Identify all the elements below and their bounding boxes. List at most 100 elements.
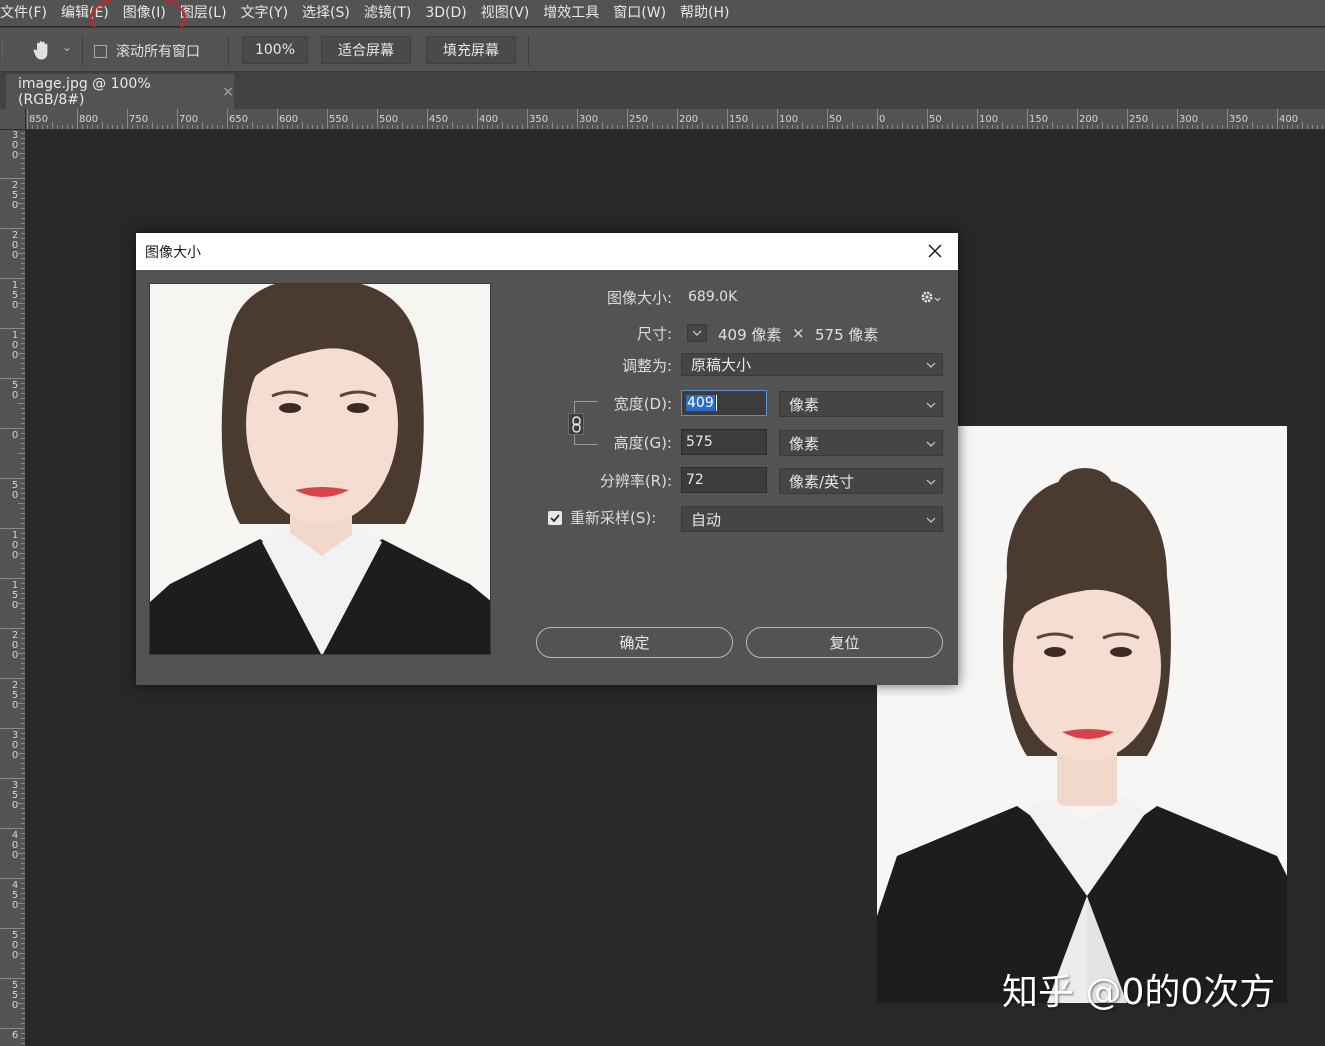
ruler-minor-tick (737, 125, 738, 129)
ruler-minor-tick (1312, 125, 1313, 129)
ruler-minor-tick (18, 503, 25, 504)
dialog-preview-image[interactable] (149, 283, 491, 655)
ruler-minor-tick (21, 993, 25, 994)
menu-type[interactable]: 文字(Y) (234, 2, 295, 24)
ruler-minor-tick (21, 358, 25, 359)
resample-checkbox[interactable] (548, 511, 562, 525)
menu-view[interactable]: 视图(V) (474, 2, 537, 24)
ok-button[interactable]: 确定 (536, 627, 733, 658)
menu-help[interactable]: 帮助(H) (673, 2, 736, 24)
ruler-minor-tick (21, 898, 25, 899)
ruler-minor-tick (1202, 122, 1203, 129)
fit-to-select[interactable]: 原稿大小 (681, 353, 943, 376)
ruler-label: 200 (679, 114, 699, 125)
fill-screen-button[interactable]: 填充屏幕 (426, 36, 516, 64)
resolution-label: 分辨率(R): (599, 472, 672, 490)
ruler-label: 350 (529, 114, 549, 125)
menu-select[interactable]: 选择(S) (295, 2, 357, 24)
resample-select[interactable]: 自动 (681, 506, 943, 532)
ruler-tick (27, 109, 28, 129)
ruler-minor-tick (21, 198, 25, 199)
ruler-minor-tick (21, 723, 25, 724)
width-unit-select[interactable]: 像素 (779, 391, 943, 417)
ruler-minor-tick (1092, 125, 1093, 129)
dimensions-dropdown[interactable] (687, 324, 707, 342)
ruler-minor-tick (21, 333, 25, 334)
ruler-minor-tick (632, 125, 633, 129)
ruler-minor-tick (21, 783, 25, 784)
ruler-minor-tick (652, 122, 653, 129)
ruler-minor-tick (252, 122, 253, 129)
ruler-label: 600 (279, 114, 299, 125)
ruler-origin[interactable] (0, 109, 26, 130)
ruler-minor-tick (21, 408, 25, 409)
menu-file[interactable]: 文件(F) (0, 2, 54, 24)
ruler-minor-tick (21, 313, 25, 314)
ruler-minor-tick (122, 125, 123, 129)
menu-3d[interactable]: 3D(D) (418, 2, 473, 24)
ruler-minor-tick (82, 125, 83, 129)
zoom-100-button[interactable]: 100% (242, 36, 308, 64)
gear-icon[interactable] (920, 289, 942, 305)
ruler-minor-tick (987, 125, 988, 129)
ruler-minor-tick (267, 125, 268, 129)
document-tab[interactable]: image.jpg @ 100%(RGB/8#) × (6, 74, 234, 109)
menu-plugins[interactable]: 增效工具 (536, 2, 606, 24)
ruler-minor-tick (197, 125, 198, 129)
ruler-minor-tick (912, 125, 913, 129)
horizontal-ruler[interactable]: 850 800 750 700 650 600 550 500 450 400 350 300 250 2… (26, 109, 1325, 130)
close-icon[interactable] (926, 242, 944, 260)
menu-filter[interactable]: 滤镜(T) (357, 2, 418, 24)
close-icon[interactable]: × (222, 84, 234, 100)
image-size-dialog: 图像大小 图像大小: 689.0K 尺寸: 409 像素 × 575 像素 调整… (136, 233, 958, 685)
ruler-minor-tick (21, 193, 25, 194)
ruler-minor-tick (21, 573, 25, 574)
height-input[interactable]: 575 (681, 429, 767, 455)
menu-window[interactable]: 窗口(W) (606, 2, 673, 24)
ruler-minor-tick (21, 858, 25, 859)
ruler-minor-tick (21, 183, 25, 184)
ruler-minor-tick (21, 338, 25, 339)
ruler-minor-tick (302, 122, 303, 129)
ruler-minor-tick (1117, 125, 1118, 129)
ruler-minor-tick (1137, 125, 1138, 129)
ruler-minor-tick (1037, 125, 1038, 129)
ruler-minor-tick (1252, 122, 1253, 129)
ruler-minor-tick (367, 125, 368, 129)
ruler-minor-tick (432, 125, 433, 129)
width-input[interactable]: 409 (681, 390, 767, 416)
ruler-minor-tick (21, 608, 25, 609)
ruler-minor-tick (942, 125, 943, 129)
dialog-titlebar[interactable]: 图像大小 (136, 233, 958, 270)
ruler-minor-tick (21, 948, 25, 949)
ruler-tick (427, 109, 428, 129)
width-value: 409 (686, 395, 715, 411)
ruler-minor-tick (21, 163, 25, 164)
ruler-minor-tick (457, 125, 458, 129)
chevron-down-icon[interactable]: ⌄ (62, 40, 72, 54)
ruler-label: 150 (729, 114, 749, 125)
ruler-minor-tick (21, 893, 25, 894)
ruler-tick (0, 678, 25, 679)
ruler-minor-tick (1072, 125, 1073, 129)
ruler-minor-tick (21, 168, 25, 169)
vertical-ruler[interactable]: 3002502001501005005010015020025030035040… (0, 130, 26, 1046)
resolution-input[interactable]: 72 (681, 467, 767, 493)
scroll-all-windows-checkbox[interactable] (94, 45, 107, 58)
ruler-minor-tick (21, 668, 25, 669)
resolution-unit-select[interactable]: 像素/英寸 (779, 468, 943, 494)
ruler-minor-tick (21, 848, 25, 849)
ruler-minor-tick (21, 618, 25, 619)
ruler-minor-tick (1247, 125, 1248, 129)
toolbar-grip[interactable] (2, 42, 5, 60)
reset-button[interactable]: 复位 (746, 627, 943, 658)
ruler-minor-tick (21, 283, 25, 284)
ruler-minor-tick (21, 538, 25, 539)
ruler-label: 650 (229, 114, 249, 125)
ruler-tick (0, 528, 25, 529)
ruler-minor-tick (1022, 125, 1023, 129)
hand-tool-icon[interactable] (30, 38, 54, 62)
ruler-tick (0, 178, 25, 179)
fit-screen-button[interactable]: 适合屏幕 (321, 36, 411, 64)
height-unit-select[interactable]: 像素 (779, 430, 943, 456)
